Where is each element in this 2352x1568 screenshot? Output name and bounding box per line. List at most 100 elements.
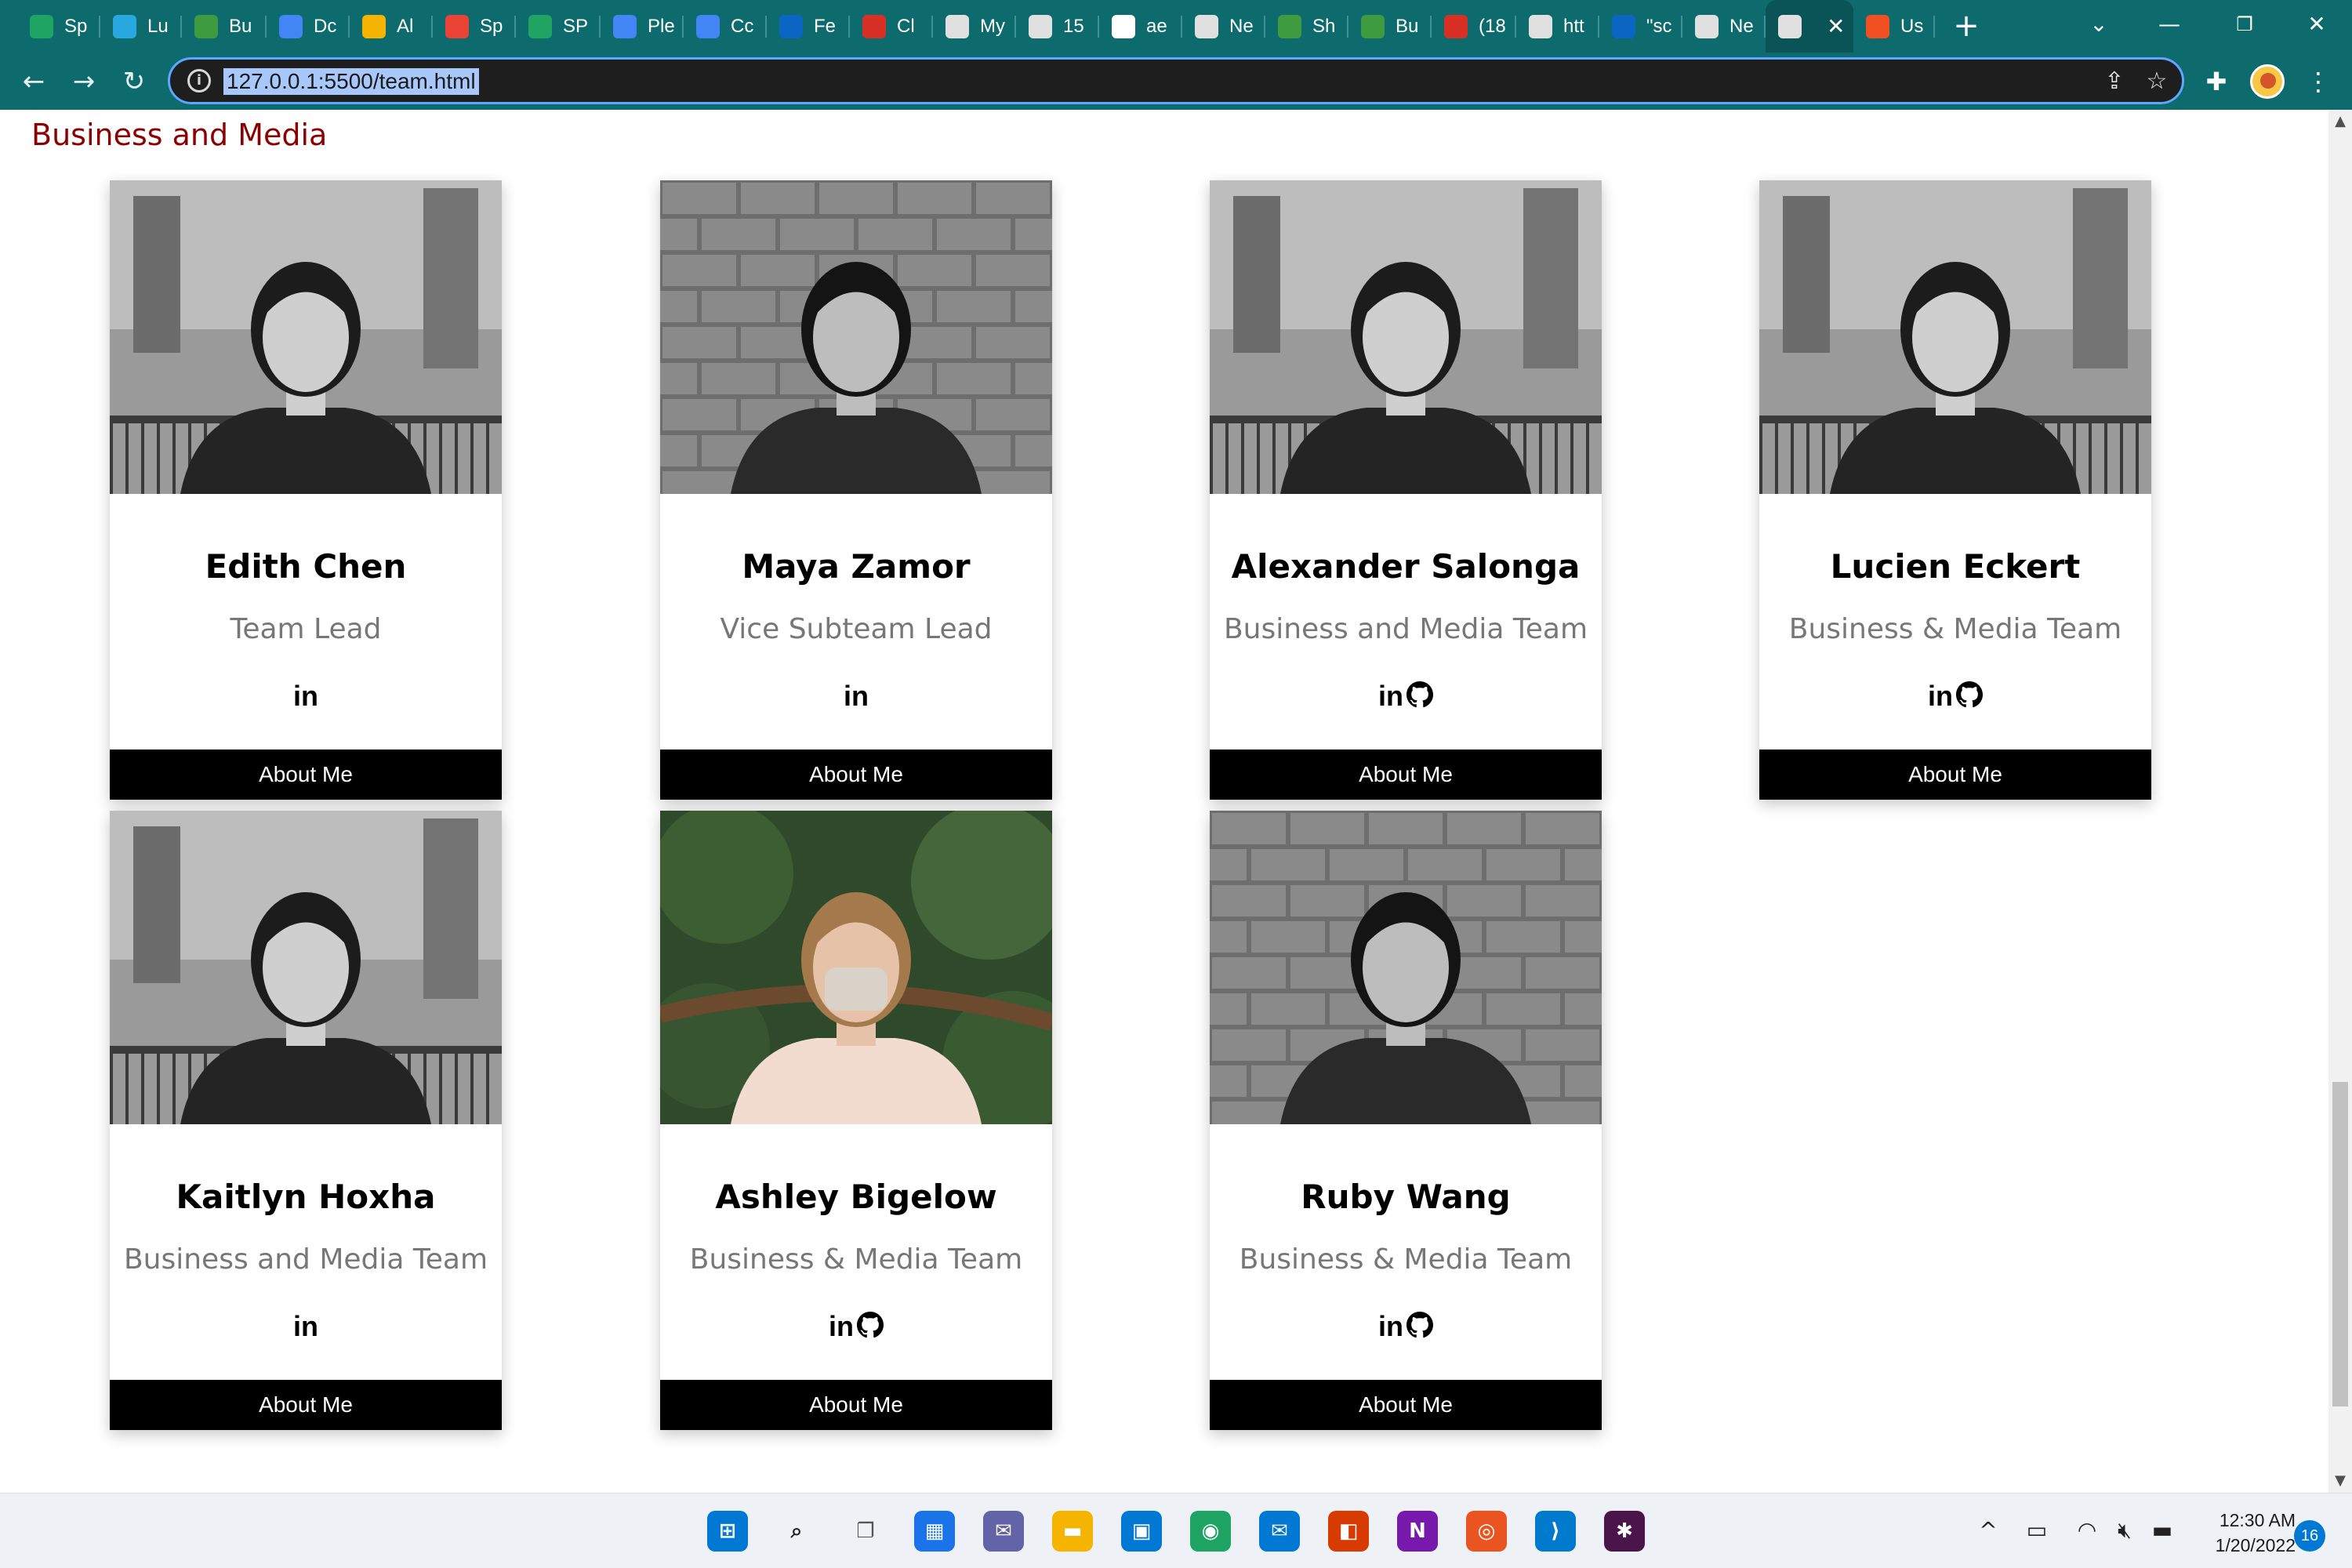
show-hidden-icons-chevron-icon[interactable]: ^	[1973, 1517, 2004, 1543]
browser-tab[interactable]: "sc	[1599, 0, 1682, 53]
github-icon[interactable]	[1956, 681, 1983, 711]
scroll-down-arrow-icon[interactable]: ▼	[2328, 1469, 2352, 1493]
browser-tab[interactable]: Bu	[182, 0, 267, 53]
browser-tab[interactable]: Dc	[267, 0, 350, 53]
lucid-icon	[113, 14, 136, 38]
search-icon[interactable]: ⌕	[776, 1511, 817, 1552]
social-links: in	[660, 1303, 1052, 1350]
scrollbar-thumb[interactable]	[2332, 1082, 2348, 1406]
linkedin-icon[interactable]: in	[1378, 680, 1403, 713]
display-icon[interactable]: ▭	[2021, 1517, 2053, 1543]
forward-arrow-icon[interactable]: →	[63, 60, 105, 103]
page-scrollbar[interactable]: ▲ ▼	[2328, 110, 2352, 1493]
browser-tab[interactable]: Cl	[850, 0, 933, 53]
office-icon[interactable]: ◧	[1328, 1511, 1369, 1552]
linkedin-icon[interactable]: in	[829, 1310, 854, 1343]
browser-tab[interactable]: Sp	[433, 0, 516, 53]
file-explorer-icon[interactable]: ▬	[1052, 1511, 1093, 1552]
linkedin-icon[interactable]: in	[844, 680, 869, 713]
reload-icon[interactable]: ↻	[113, 60, 155, 103]
browser-tab[interactable]: (18	[1432, 0, 1516, 53]
vscode-icon[interactable]: ⟩	[1535, 1511, 1576, 1552]
about-me-button[interactable]: About Me	[1210, 750, 1602, 800]
chrome-icon	[1695, 14, 1719, 38]
new-tab-button[interactable]: +	[1947, 6, 1985, 45]
about-me-button[interactable]: About Me	[110, 750, 502, 800]
site-info-icon[interactable]: i	[187, 69, 211, 93]
tab-search-chevron-icon[interactable]: ⌄	[2063, 0, 2134, 49]
about-me-button[interactable]: About Me	[110, 1380, 502, 1430]
member-name: Lucien Eckert	[1830, 547, 2081, 586]
address-bar[interactable]: i 127.0.0.1:5500/team.html ⇪ ☆	[168, 57, 2184, 104]
about-me-button[interactable]: About Me	[660, 1380, 1052, 1430]
minimize-button[interactable]: —	[2134, 0, 2205, 49]
browser-tab[interactable]: Sh	[1265, 0, 1348, 53]
browser-tab[interactable]: Ne	[1682, 0, 1766, 53]
task-view-icon[interactable]: ❐	[845, 1511, 886, 1552]
leaf-icon	[1278, 14, 1301, 38]
member-role: Business & Media Team	[689, 1243, 1023, 1276]
notification-badge[interactable]: 16	[2294, 1520, 2325, 1552]
github-icon[interactable]	[857, 1312, 884, 1341]
browser-tab[interactable]: Ne	[1182, 0, 1265, 53]
github-icon[interactable]	[1406, 1312, 1433, 1341]
chrome-icon[interactable]: ◉	[1190, 1511, 1231, 1552]
windows-start-icon[interactable]: ⊞	[707, 1511, 748, 1552]
browser-tab[interactable]: Us	[1853, 0, 1935, 53]
close-tab-icon[interactable]: ✕	[1827, 13, 1845, 39]
browser-tab[interactable]: Sp	[17, 0, 100, 53]
team-member-card: Maya Zamor Vice Subteam Lead in About Me	[660, 180, 1052, 800]
browser-toolbar: ← → ↻ i 127.0.0.1:5500/team.html ⇪ ☆ ✚ ⋮	[0, 53, 2352, 110]
speaker-muted-icon[interactable]: 🔇︎	[2109, 1517, 2140, 1544]
browser-tab[interactable]: Lu	[100, 0, 182, 53]
github-icon[interactable]	[1406, 681, 1433, 711]
tab-title: 15	[1063, 15, 1084, 37]
close-window-button[interactable]: ✕	[2281, 0, 2352, 49]
linkedin-icon[interactable]: in	[293, 1310, 318, 1343]
menu-kebab-icon[interactable]: ⋮	[2297, 60, 2339, 103]
browser-tab[interactable]: Cc	[684, 0, 767, 53]
widgets-icon[interactable]: ▦	[914, 1511, 955, 1552]
linkedin-icon[interactable]: in	[1928, 680, 1953, 713]
browser-tab[interactable]: Fe	[767, 0, 850, 53]
about-me-button[interactable]: About Me	[660, 750, 1052, 800]
scroll-up-arrow-icon[interactable]: ▲	[2328, 110, 2352, 133]
browser-tab[interactable]: htt	[1516, 0, 1599, 53]
ubuntu-icon[interactable]: ◎	[1466, 1511, 1507, 1552]
browser-tab[interactable]: 15	[1016, 0, 1099, 53]
teams-chat-icon[interactable]: ✉	[983, 1511, 1024, 1552]
onenote-icon[interactable]: N	[1397, 1511, 1438, 1552]
share-icon[interactable]: ⇪	[2099, 66, 2130, 97]
mail-icon[interactable]: ✉	[1259, 1511, 1300, 1552]
tab-title: Sh	[1312, 15, 1336, 37]
clock-date: 1/20/2022	[2215, 1535, 2296, 1555]
bookmark-star-icon[interactable]: ☆	[2141, 66, 2172, 97]
member-photo	[1210, 811, 1602, 1124]
tab-title: (18	[1479, 15, 1506, 37]
browser-tab[interactable]: ae	[1099, 0, 1182, 53]
social-links: in	[1759, 673, 2151, 720]
browser-tab[interactable]: ✕	[1766, 0, 1853, 53]
battery-icon[interactable]: ▬	[2147, 1517, 2178, 1543]
extensions-puzzle-icon[interactable]: ✚	[2195, 60, 2238, 103]
browser-tab[interactable]: My	[933, 0, 1016, 53]
system-clock[interactable]: 12:30 AM 1/20/2022	[2186, 1508, 2296, 1558]
browser-tab[interactable]: Ple	[601, 0, 684, 53]
tab-title: Al	[397, 15, 414, 37]
wifi-icon[interactable]: ◠	[2071, 1517, 2103, 1543]
browser-tab[interactable]: Bu	[1348, 0, 1432, 53]
slack-icon[interactable]: ✱	[1604, 1511, 1645, 1552]
browser-tab[interactable]: Al	[350, 0, 433, 53]
microsoft-store-icon[interactable]: ▣	[1121, 1511, 1162, 1552]
restore-button[interactable]: ❐	[2209, 0, 2280, 49]
linkedin-icon[interactable]: in	[293, 680, 318, 713]
browser-tab[interactable]: SP	[516, 0, 601, 53]
about-me-button[interactable]: About Me	[1759, 750, 2151, 800]
back-arrow-icon[interactable]: ←	[13, 60, 55, 103]
tab-title: Bu	[229, 15, 252, 37]
about-me-button[interactable]: About Me	[1210, 1380, 1602, 1430]
linkedin-icon[interactable]: in	[1378, 1310, 1403, 1343]
linkedin-icon	[779, 14, 803, 38]
address-url[interactable]: 127.0.0.1:5500/team.html	[223, 68, 479, 95]
profile-avatar[interactable]	[2250, 64, 2285, 99]
